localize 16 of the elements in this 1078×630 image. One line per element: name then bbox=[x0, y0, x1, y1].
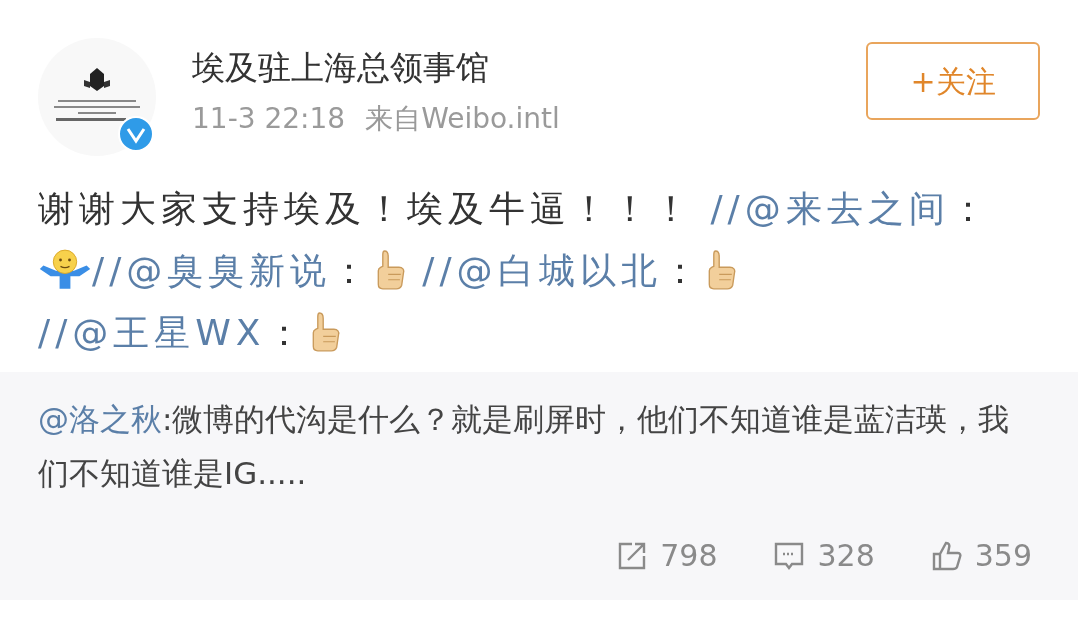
comment-count-button[interactable]: 328 bbox=[773, 533, 875, 578]
post-source: 来自Weibo.intl bbox=[365, 101, 560, 137]
like-count-button[interactable]: 359 bbox=[930, 533, 1032, 578]
follow-button[interactable]: +关注 bbox=[866, 42, 1040, 120]
repost-text: @洛之秋:微博的代沟是什么？就是刷屏时，他们不知道谁是蓝洁瑛，我们不知道谁是IG..... bbox=[38, 400, 1011, 493]
mention-link[interactable]: //@白城以北 bbox=[422, 250, 662, 291]
shrug-emoji-icon bbox=[38, 247, 92, 291]
share-count-button[interactable]: 798 bbox=[616, 533, 718, 578]
like-icon bbox=[930, 539, 963, 572]
mention-link[interactable]: //@来去之间 bbox=[710, 188, 950, 229]
mention-link[interactable]: @洛之秋 bbox=[38, 401, 162, 437]
post-time: 11-3 22:18 bbox=[192, 101, 346, 137]
mention-link[interactable]: //@王星WX bbox=[38, 312, 266, 353]
author-name[interactable]: 埃及驻上海总领事馆 bbox=[192, 46, 560, 90]
mention-link[interactable]: //@臭臭新说 bbox=[92, 250, 332, 291]
post-text: 谢谢大家支持埃及！埃及牛逼！！！ //@来去之间： //@臭臭新说： //@白城以北： //@王星WX： bbox=[37, 187, 992, 355]
